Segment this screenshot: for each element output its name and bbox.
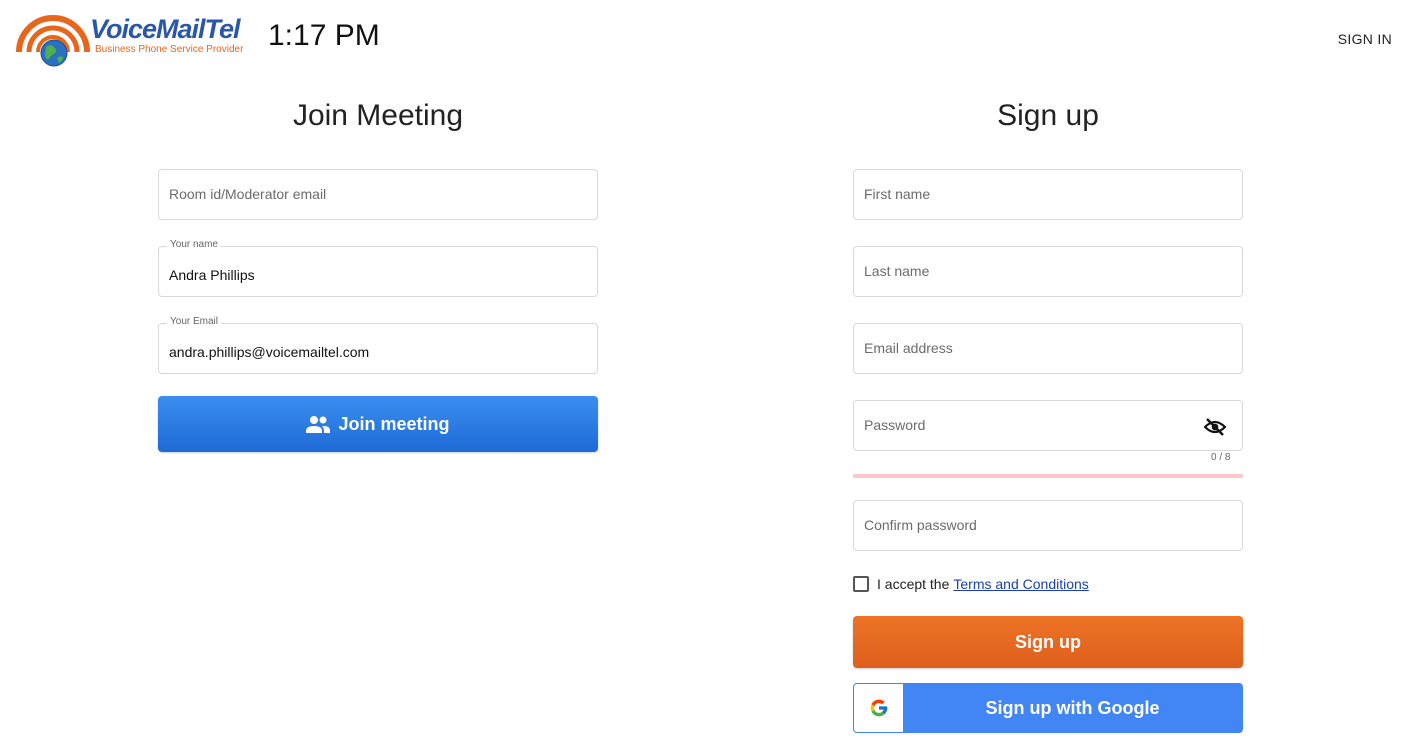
email-address-placeholder: Email address (864, 340, 953, 356)
logo-globe-icon (16, 15, 90, 67)
room-id-placeholder: Room id/Moderator email (169, 186, 327, 202)
your-name-label: Your name (167, 239, 221, 250)
your-name-input[interactable]: Your name Andra Phillips (158, 239, 598, 297)
your-email-label: Your Email (167, 316, 221, 327)
password-placeholder: Password (864, 417, 926, 433)
sign-up-with-google-button[interactable]: Sign up with Google (853, 683, 1243, 733)
brand-name-part2: Tel (204, 14, 241, 44)
people-icon (306, 416, 331, 433)
password-input[interactable]: Password (853, 400, 1243, 451)
sign-up-button-label: Sign up (1015, 631, 1081, 652)
join-meeting-button[interactable]: Join meeting (158, 396, 598, 452)
sign-up-with-google-label: Sign up with Google (985, 697, 1160, 718)
brand-name-part1: VoiceMail (90, 14, 206, 44)
last-name-placeholder: Last name (864, 263, 930, 279)
brand-tagline: Business Phone Service Provider (95, 44, 244, 55)
your-email-value: andra.phillips@voicemailtel.com (169, 344, 370, 360)
last-name-input[interactable]: Last name (853, 246, 1243, 297)
google-icon (870, 699, 887, 717)
terms-checkbox[interactable] (853, 576, 869, 592)
password-strength-bar (853, 474, 1243, 478)
confirm-password-placeholder: Confirm password (864, 517, 977, 533)
clock-display: 1:17 PM (268, 19, 380, 52)
visibility-off-icon[interactable] (1203, 418, 1227, 441)
sign-up-title: Sign up (997, 99, 1099, 132)
join-meeting-title: Join Meeting (292, 99, 464, 132)
email-address-input[interactable]: Email address (853, 323, 1243, 374)
first-name-input[interactable]: First name (853, 169, 1243, 220)
terms-prefix-text: I accept the (877, 576, 950, 592)
terms-link[interactable]: Terms and Conditions (953, 576, 1088, 592)
first-name-placeholder: First name (864, 186, 931, 202)
brand-logo[interactable]: VoiceMailTel Business Phone Service Prov… (16, 14, 252, 68)
room-id-input[interactable]: Room id/Moderator email (158, 169, 598, 220)
confirm-password-input[interactable]: Confirm password (853, 500, 1243, 551)
brand-name: VoiceMailTel (90, 14, 241, 44)
google-logo-box (854, 684, 903, 732)
your-email-input[interactable]: Your Email andra.phillips@voicemailtel.c… (158, 316, 598, 374)
sign-up-button[interactable]: Sign up (853, 616, 1243, 668)
terms-row: I accept the Terms and Conditions (853, 576, 1089, 592)
your-name-value: Andra Phillips (169, 267, 255, 283)
join-meeting-button-label: Join meeting (338, 413, 450, 434)
password-length-counter: 0 / 8 (1211, 452, 1231, 463)
sign-in-link[interactable]: SIGN IN (1338, 31, 1392, 47)
